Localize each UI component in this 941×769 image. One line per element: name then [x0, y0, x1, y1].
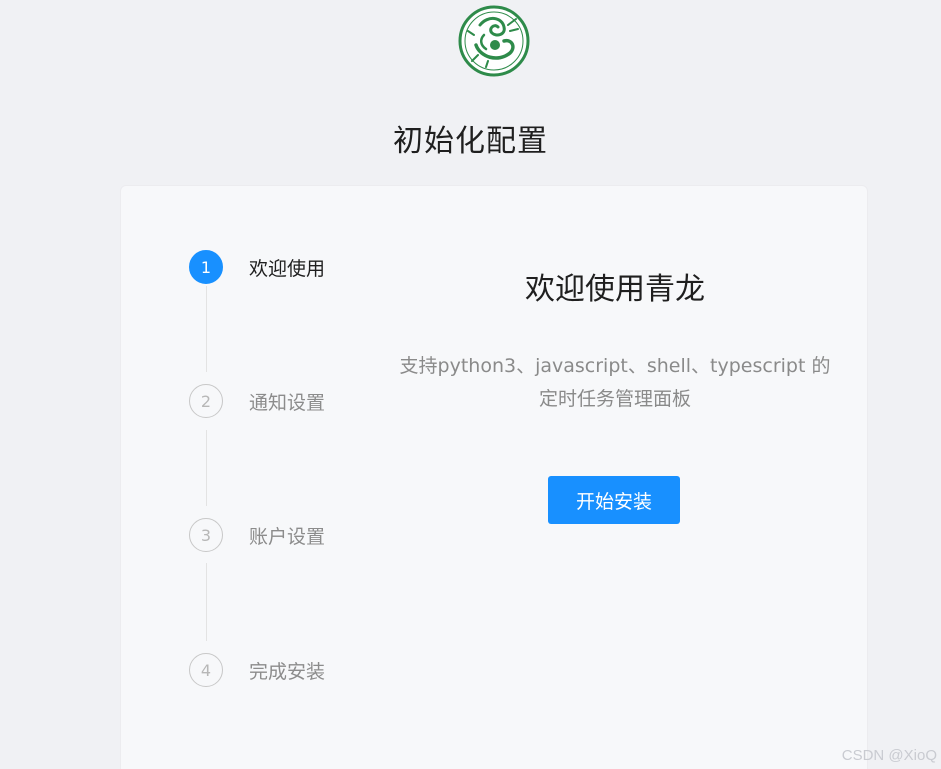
step-connector: [206, 563, 207, 641]
step-label: 通知设置: [249, 391, 326, 414]
step-finish-install[interactable]: 4 完成安装: [189, 652, 325, 688]
step-number: 3: [189, 518, 223, 552]
step-connector: [206, 286, 207, 372]
description-line: 支持python3、javascript、shell、typescript 的: [399, 355, 831, 377]
step-label: 完成安装: [249, 660, 326, 683]
step-notification-settings[interactable]: 2 通知设置: [189, 383, 325, 419]
qinglong-logo-icon: [458, 5, 530, 77]
step-number: 2: [189, 384, 223, 418]
welcome-title: 欢迎使用青龙: [525, 272, 705, 307]
page-title: 初始化配置: [393, 124, 548, 159]
start-install-button[interactable]: 开始安装: [548, 476, 680, 524]
watermark: CSDN @XioQ: [841, 747, 937, 764]
step-connector: [206, 430, 207, 506]
step-number: 1: [189, 250, 223, 284]
step-account-settings[interactable]: 3 账户设置: [189, 517, 325, 553]
step-welcome[interactable]: 1 欢迎使用: [189, 249, 325, 285]
step-label: 账户设置: [249, 525, 326, 548]
step-number: 4: [189, 653, 223, 687]
setup-card: 1 欢迎使用 2 通知设置 3 账户设置 4 完成安装 欢迎使用青龙 支持pyt…: [120, 185, 868, 769]
setup-page: 初始化配置 1 欢迎使用 2 通知设置 3 账户设置 4 完成安装 欢迎使用青龙…: [0, 0, 941, 769]
description-line: 定时任务管理面板: [538, 388, 691, 410]
step-label: 欢迎使用: [249, 257, 326, 280]
welcome-description: 支持python3、javascript、shell、typescript 的 …: [381, 350, 849, 416]
